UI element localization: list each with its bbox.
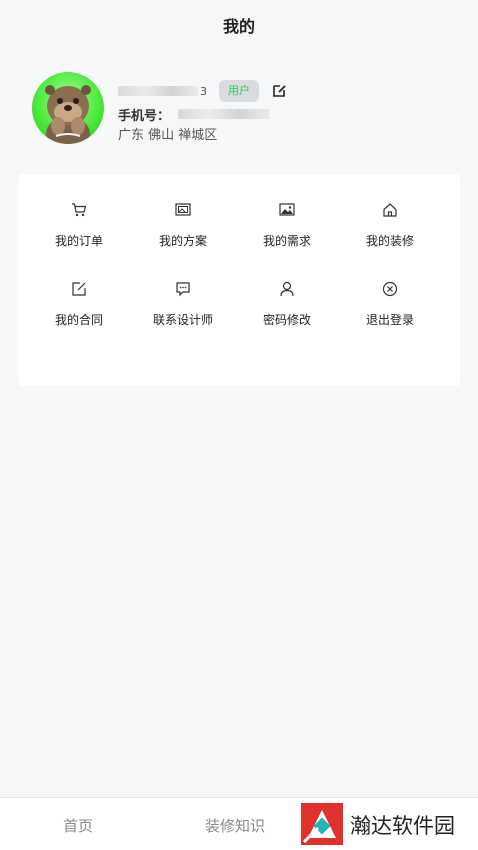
menu-item-label: 联系设计师 (152, 313, 213, 327)
chat-icon (176, 282, 190, 297)
menu-item-label: 密码修改 (262, 313, 311, 327)
menu-item-contact-designer[interactable]: 联系设计师 (128, 281, 238, 341)
menu-grid: 我的订单 我的方案 我的需求 我的装修 我的合同 联系设计师 密码修改 退出登录 (18, 174, 460, 386)
menu-item-logout[interactable]: 退出登录 (335, 281, 445, 341)
profile-section: 3 用户 手机号： 广东 佛山 禅城区 (32, 72, 452, 148)
watermark-logo-icon (301, 803, 343, 845)
menu-item-label: 我的方案 (158, 234, 207, 248)
masked-phone-number (178, 109, 271, 119)
menu-item-label: 我的订单 (54, 234, 103, 248)
phone-row: 手机号： (118, 105, 271, 124)
menu-item-orders[interactable]: 我的订单 (24, 202, 134, 262)
tab-knowledge[interactable]: 装修知识 (205, 815, 265, 836)
menu-item-label: 我的合同 (54, 313, 103, 327)
bottom-tab-bar: 首页 装修知识 瀚达软件园 (0, 797, 478, 850)
menu-item-label: 我的装修 (365, 234, 414, 248)
name-row: 3 用户 (118, 80, 287, 102)
cart-icon (72, 203, 87, 217)
menu-item-label: 退出登录 (365, 313, 414, 327)
tab-home[interactable]: 首页 (63, 815, 93, 836)
watermark-text: 瀚达软件园 (350, 814, 455, 838)
location-text: 广东 佛山 禅城区 (118, 128, 218, 143)
image-icon (279, 203, 295, 216)
home-icon (383, 203, 397, 217)
page-title: 我的 (222, 17, 255, 36)
edit-icon (72, 282, 86, 296)
top-bar: 我的 (0, 0, 478, 50)
menu-item-renovation[interactable]: 我的装修 (335, 202, 445, 262)
role-badge: 用户 (219, 80, 259, 102)
gallery-icon (175, 203, 191, 216)
menu-item-contract[interactable]: 我的合同 (24, 281, 134, 341)
user-icon (280, 281, 294, 297)
masked-username (118, 86, 198, 96)
username-tail: 3 (200, 84, 207, 98)
otter-avatar-icon (45, 85, 91, 144)
phone-label: 手机号： (118, 108, 171, 124)
profile-page: 我的 3 用户 手机号： 广东 佛山 禅城区 我的订单 我的方案 我的需求 我的… (0, 0, 478, 850)
menu-item-label: 我的需求 (262, 234, 311, 248)
close-circle-icon (382, 281, 398, 297)
menu-item-needs[interactable]: 我的需求 (232, 202, 342, 262)
menu-item-plans[interactable]: 我的方案 (128, 202, 238, 262)
edit-profile-icon[interactable] (271, 83, 287, 99)
avatar[interactable] (32, 72, 104, 144)
menu-item-change-password[interactable]: 密码修改 (232, 281, 342, 341)
